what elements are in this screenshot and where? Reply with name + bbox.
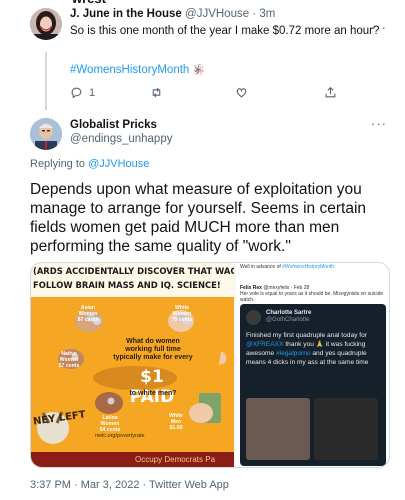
reply-button[interactable]: 1 bbox=[70, 86, 95, 99]
replying-to: Replying to @JJVHouse bbox=[30, 158, 150, 170]
tweet-main-text: Depends upon what measure of exploitatio… bbox=[30, 181, 367, 255]
embedded-photo-1 bbox=[246, 398, 310, 460]
screenshot-top-text: Well in advance of bbox=[240, 264, 281, 270]
poster-label-native: Native Women 57 cents bbox=[58, 351, 80, 369]
poster-label-asian: Asian Women 87 cents bbox=[77, 305, 99, 323]
screenshot-top-hashtag: #WomensHistoryMonth bbox=[282, 264, 335, 270]
thread-line bbox=[45, 52, 47, 110]
poster-label-white-women: White Women 79 cents bbox=[171, 305, 193, 323]
like-button[interactable] bbox=[235, 86, 248, 99]
author-handle-time[interactable]: @JJVHouse · 3m bbox=[185, 8, 275, 20]
author-name[interactable]: J. June in the House bbox=[70, 8, 182, 20]
avatar-jjvhouse[interactable] bbox=[30, 8, 62, 40]
retweet-button[interactable] bbox=[150, 86, 163, 99]
retweet-icon bbox=[152, 87, 161, 98]
avatar-image-icon bbox=[30, 8, 62, 40]
embedded-avatar bbox=[246, 310, 261, 325]
poster-url: nwlc.org/povertyrate bbox=[95, 433, 145, 439]
tweet-actions: 1 bbox=[70, 86, 370, 102]
top-fragment: wrest bbox=[72, 0, 106, 6]
embedded-name: Charlotte Sartre bbox=[266, 310, 312, 316]
screenshot-image[interactable]: Well in advance of #WomensHistoryMonth F… bbox=[236, 263, 389, 467]
tweet-media[interactable]: (ARDS ACCIDENTALLY DISCOVER THAT WAG FOL… bbox=[30, 262, 390, 468]
poster-paid: $1 PAID bbox=[129, 367, 175, 407]
reply-count: 1 bbox=[89, 86, 96, 99]
share-icon bbox=[325, 86, 336, 98]
hashtag-link[interactable]: #WomensHistoryMonth bbox=[70, 64, 189, 76]
reply-icon bbox=[71, 87, 82, 99]
hashtag-emoji-icon: 🪅 bbox=[192, 65, 205, 76]
avatar-endings-unhappy[interactable] bbox=[30, 118, 62, 150]
embedded-photo-2 bbox=[314, 398, 378, 460]
poster-label-white-men: White Men $1.00 bbox=[168, 413, 184, 431]
screenshot-felix-text: Her vote is equal to yours as it should … bbox=[240, 291, 384, 303]
poster-image[interactable]: (ARDS ACCIDENTALLY DISCOVER THAT WAG FOL… bbox=[31, 263, 234, 467]
more-options-button[interactable]: ··· bbox=[371, 116, 387, 131]
author-handle[interactable]: @endings_unhappy bbox=[70, 132, 172, 146]
poster-bottom-caption: Occupy Democrats Pa bbox=[135, 455, 216, 464]
poster-label-latina: Latina Women 54 cents bbox=[99, 415, 121, 433]
poster-tagline: What do women working full time typicall… bbox=[113, 338, 193, 361]
tweet-text: So is this one month of the year I make … bbox=[70, 25, 380, 37]
poster-to-white-men: to white men? bbox=[129, 390, 177, 397]
tweet-timestamp[interactable]: 3:37 PM · Mar 3, 2022 · Twitter Web App bbox=[30, 479, 229, 491]
share-button[interactable] bbox=[324, 86, 337, 99]
heart-icon bbox=[236, 88, 247, 98]
embedded-dark-tweet: Charlotte Sartre @GothCharlotte Finished… bbox=[240, 304, 386, 466]
embedded-text: Finished my first quadruple anal today f… bbox=[246, 332, 369, 366]
replying-to-link[interactable]: @JJVHouse bbox=[88, 158, 149, 170]
avatar-image-icon bbox=[30, 118, 62, 150]
author-name[interactable]: Globalist Pricks bbox=[70, 118, 172, 132]
embedded-handle: @GothCharlotte bbox=[266, 317, 310, 323]
